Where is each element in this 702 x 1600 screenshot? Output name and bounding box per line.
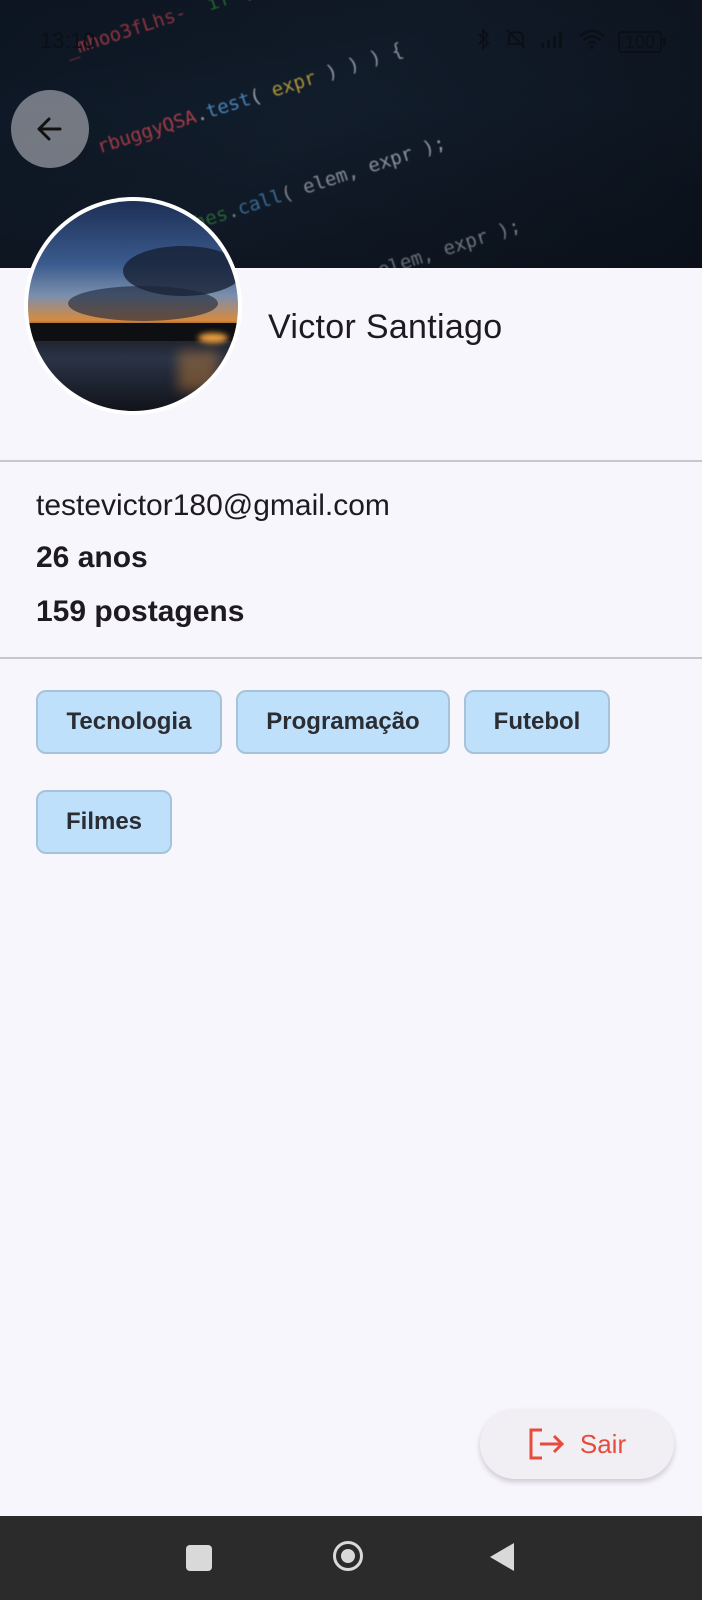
status-bar: 13:10 100 bbox=[0, 22, 702, 62]
profile-age: 26 anos bbox=[36, 541, 148, 574]
home-button[interactable] bbox=[333, 1541, 363, 1571]
system-back-button[interactable] bbox=[490, 1543, 514, 1571]
battery-icon: 100 bbox=[618, 30, 666, 53]
logout-icon bbox=[529, 1428, 564, 1460]
profile-email: testevictor180@gmail.com bbox=[36, 489, 390, 522]
back-button[interactable] bbox=[11, 90, 89, 168]
profile-posts-count: 159 postagens bbox=[36, 595, 245, 628]
mute-icon bbox=[504, 28, 528, 55]
status-icons: 100 bbox=[476, 27, 666, 55]
system-nav-bar bbox=[0, 1516, 702, 1600]
status-time: 13:10 bbox=[40, 28, 96, 53]
interest-chip[interactable]: Filmes bbox=[36, 790, 172, 854]
signal-icon bbox=[540, 29, 566, 54]
avatar bbox=[24, 197, 242, 415]
divider bbox=[0, 657, 702, 659]
avatar-photo bbox=[28, 201, 238, 411]
interest-chip[interactable]: Tecnologia bbox=[36, 690, 222, 754]
recents-button[interactable] bbox=[186, 1545, 212, 1571]
bluetooth-icon bbox=[476, 27, 492, 55]
arrow-left-icon bbox=[37, 117, 62, 141]
logout-button[interactable]: Sair bbox=[480, 1409, 674, 1479]
logout-label: Sair bbox=[579, 1428, 627, 1459]
profile-name: Victor Santiago bbox=[268, 308, 503, 346]
interest-chip[interactable]: Futebol bbox=[464, 690, 610, 754]
interest-chip[interactable]: Programação bbox=[236, 690, 450, 754]
divider bbox=[0, 460, 702, 462]
wifi-icon bbox=[578, 28, 606, 55]
